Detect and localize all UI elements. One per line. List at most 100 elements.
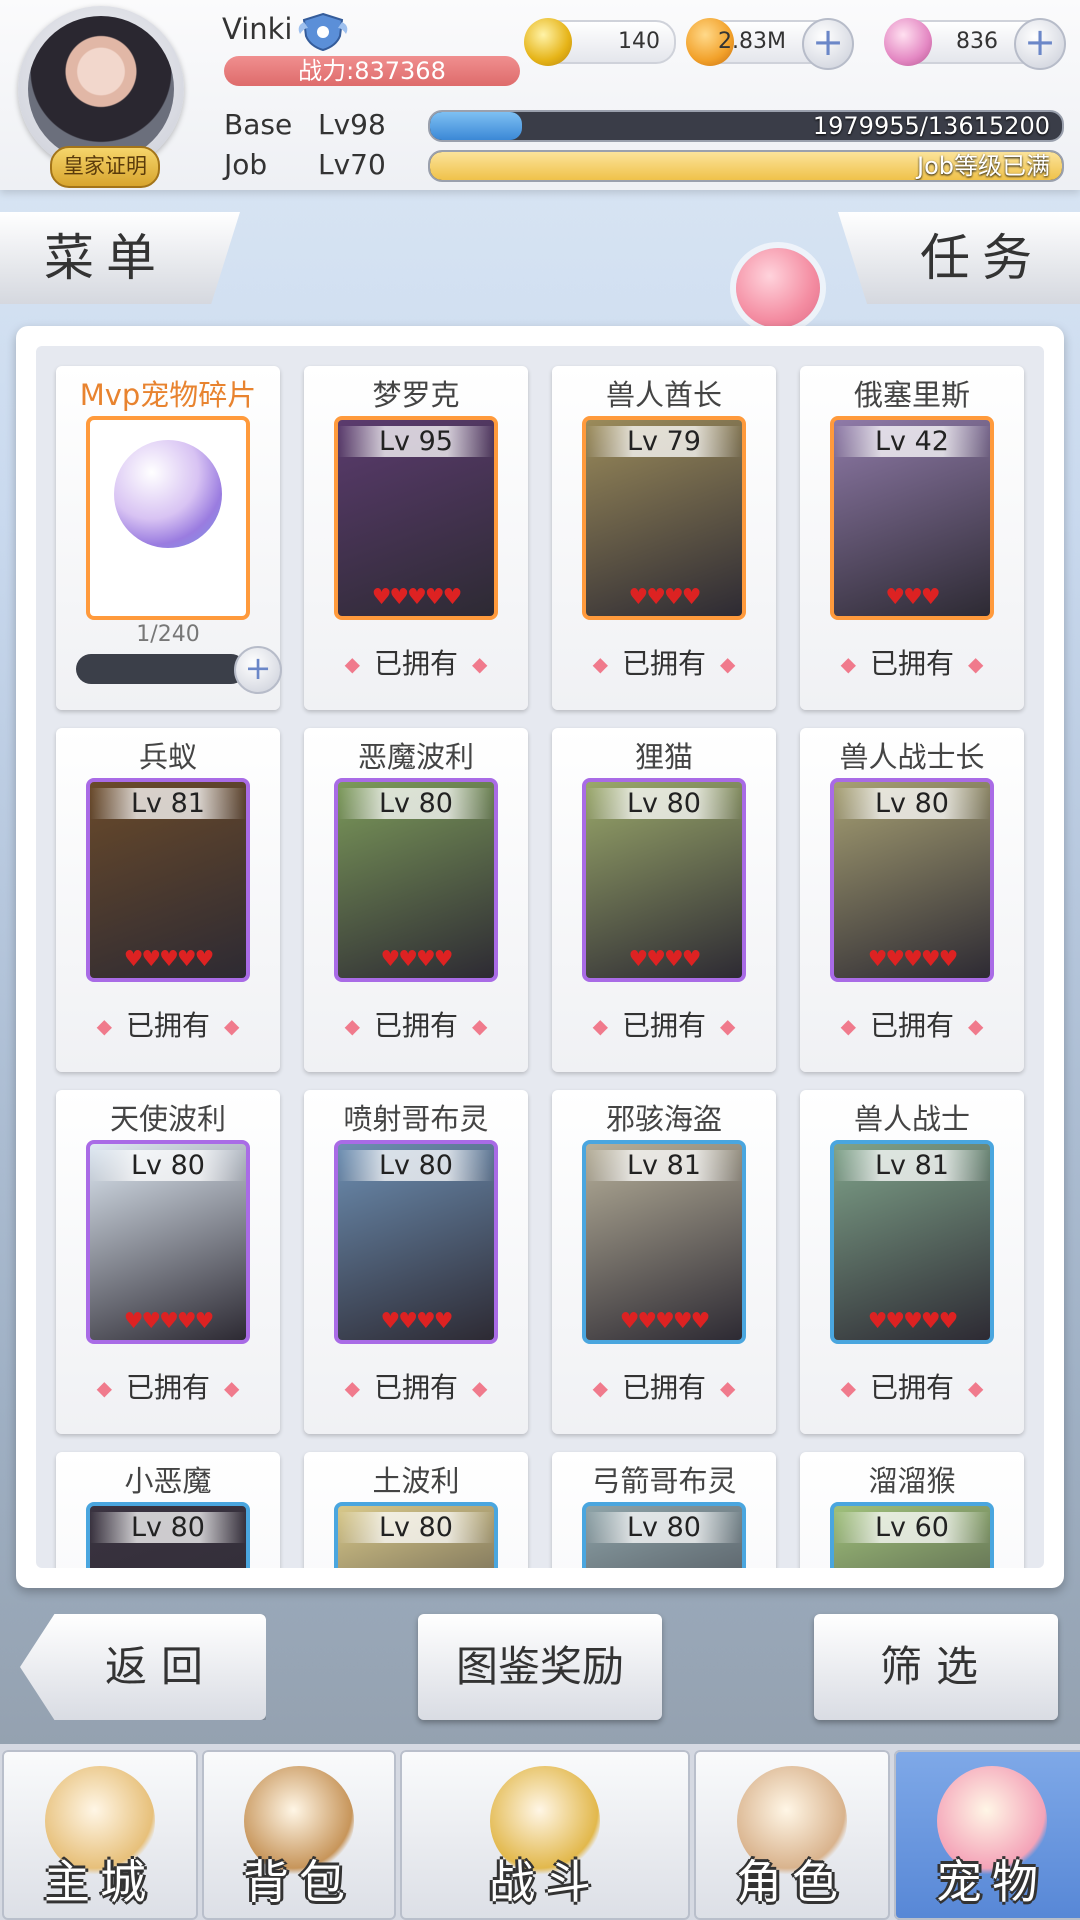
pet-name: 弓箭哥布灵 [591,1464,737,1498]
pet-name: 梦罗克 [372,378,460,412]
pet-level: Lv 80 [338,788,494,819]
pet-card[interactable]: 溜溜猴 Lv 60 [800,1452,1024,1568]
pet-card[interactable]: 俄塞里斯 Lv 42 ♥♥♥ ◆ 已拥有 ◆ [800,366,1024,710]
nav-item-castle[interactable]: 主城 [2,1750,198,1920]
zeny-value: 140 [618,29,660,54]
nav-item-backpack[interactable]: 背包 [202,1750,396,1920]
heart-rating: ♥♥♥ [885,585,940,610]
pet-card[interactable]: 小恶魔 Lv 80 [56,1452,280,1568]
nav-label: 战斗 [489,1855,601,1909]
pet-card[interactable]: 梦罗克 Lv 95 ♥♥♥♥♥ ◆ 已拥有 ◆ [304,366,528,710]
back-button[interactable]: 返回 [20,1614,266,1720]
diamond-icon: ◆ [224,1014,240,1038]
base-exp-bar: 1979955/13615200 [428,110,1064,142]
owned-status: ◆ 已拥有 ◆ [800,642,1024,682]
pet-level: Lv 80 [338,1150,494,1181]
add-shard-button[interactable]: + [234,646,282,694]
pet-portrait: Lv 80 ♥♥♥♥♥ [830,778,994,982]
nav-item-pet[interactable]: 宠物 [894,1750,1080,1920]
pet-level: Lv 60 [834,1512,990,1543]
pet-name: 兽人酋长 [605,378,722,412]
shield-icon [298,12,348,52]
pet-card[interactable]: 狸猫 Lv 80 ♥♥♥♥ ◆ 已拥有 ◆ [552,728,776,1072]
heart-rating: ♥♥♥♥ [380,1309,454,1334]
collection-rewards-button[interactable]: 图鉴奖励 [418,1614,662,1720]
diamond-icon: ◆ [472,1376,488,1400]
diamond-icon: ◆ [224,1376,240,1400]
diamond-icon: ◆ [720,1376,736,1400]
nav-item-swords[interactable]: 战斗 [400,1750,690,1920]
owned-status: ◆ 已拥有 ◆ [552,1004,776,1044]
avatar[interactable] [28,16,174,162]
pet-level: Lv 80 [586,788,742,819]
orb-icon [114,440,222,548]
mvp-shard-card[interactable]: Mvp宠物碎片 1/240 + [56,366,282,710]
owned-status: ◆ 已拥有 ◆ [56,1366,280,1406]
pet-name: 溜溜猴 [868,1464,956,1498]
pet-name: 兽人战士长 [839,740,985,774]
pet-name: 天使波利 [109,1102,226,1136]
pet-card[interactable]: 兽人战士 Lv 81 ♥♥♥♥♥ ◆ 已拥有 ◆ [800,1090,1024,1434]
diamond-icon: ◆ [96,1014,112,1038]
owned-label: 已拥有 [869,647,954,680]
add-gem-button[interactable]: + [1014,18,1066,70]
owned-label: 已拥有 [869,1371,954,1404]
pet-card[interactable]: 邪骇海盗 Lv 81 ♥♥♥♥♥ ◆ 已拥有 ◆ [552,1090,776,1434]
pet-name: 恶魔波利 [357,740,474,774]
pet-card[interactable]: 土波利 Lv 80 [304,1452,528,1568]
pet-card[interactable]: 兵蚁 Lv 81 ♥♥♥♥♥ ◆ 已拥有 ◆ [56,728,280,1072]
pet-card[interactable]: 天使波利 Lv 80 ♥♥♥♥♥ ◆ 已拥有 ◆ [56,1090,280,1434]
pet-level: Lv 79 [586,426,742,457]
owned-label: 已拥有 [621,647,706,680]
gold-counter: 2.83M + [686,18,854,70]
heart-rating: ♥♥♥♥♥ [371,585,463,610]
gold-value: 2.83M [718,29,786,54]
pet-portrait: Lv 80 ♥♥♥♥ [334,1140,498,1344]
pet-card[interactable]: 弓箭哥布灵 Lv 80 [552,1452,776,1568]
nav-label: 主城 [44,1855,156,1909]
diamond-icon: ◆ [344,1376,360,1400]
gem-counter: 836 + [884,18,1066,70]
pet-grid[interactable]: Mvp宠物碎片 1/240 + 梦罗克 Lv 95 ♥♥♥♥♥ ◆ 已拥有 ◆ 兽人酋长 Lv… [36,346,1044,1568]
mvp-shard-title: Mvp宠物碎片 [79,378,257,412]
owned-status: ◆ 已拥有 ◆ [800,1366,1024,1406]
heart-rating: ♥♥♥♥ [628,947,702,972]
owned-label: 已拥有 [373,1009,458,1042]
pet-card[interactable]: 喷射哥布灵 Lv 80 ♥♥♥♥ ◆ 已拥有 ◆ [304,1090,528,1434]
diamond-icon: ◆ [472,652,488,676]
job-label: Job [224,148,268,181]
poring-icon[interactable] [736,248,820,328]
pet-name: 兽人战士 [853,1102,970,1136]
pet-level: Lv 80 [90,1150,246,1181]
royal-badge[interactable]: 皇家证明 [50,146,160,188]
pet-name: 兵蚁 [138,740,197,774]
owned-status: ◆ 已拥有 ◆ [304,1366,528,1406]
pet-portrait: Lv 80 [86,1502,250,1568]
job-level: Lv70 [318,148,386,181]
pet-name: 狸猫 [634,740,693,774]
zeny-counter: 140 [524,18,676,66]
owned-status: ◆ 已拥有 ◆ [304,1004,528,1044]
pet-level: Lv 80 [338,1512,494,1543]
filter-button[interactable]: 筛选 [814,1614,1058,1720]
pet-level: Lv 81 [834,1150,990,1181]
base-exp-fill [430,112,522,140]
player-hud: 皇家证明 Vinki 战力:837368 Base Lv98 Job Lv70 … [0,0,1080,190]
base-exp-text: 1979955/13615200 [812,112,1050,140]
quest-button[interactable]: 任务 [838,212,1080,304]
pet-level: Lv 80 [586,1512,742,1543]
pet-portrait: Lv 95 ♥♥♥♥♥ [334,416,498,620]
heart-rating: ♥♥♥♥♥ [123,1309,215,1334]
nav-label: 角色 [736,1855,848,1909]
add-gold-button[interactable]: + [802,18,854,70]
pet-card[interactable]: 恶魔波利 Lv 80 ♥♥♥♥ ◆ 已拥有 ◆ [304,728,528,1072]
pet-level: Lv 42 [834,426,990,457]
nav-item-character[interactable]: 角色 [694,1750,890,1920]
pet-card[interactable]: 兽人战士长 Lv 80 ♥♥♥♥♥ ◆ 已拥有 ◆ [800,728,1024,1072]
owned-status: ◆ 已拥有 ◆ [56,1004,280,1044]
owned-status: ◆ 已拥有 ◆ [552,642,776,682]
pet-card[interactable]: 兽人酋长 Lv 79 ♥♥♥♥ ◆ 已拥有 ◆ [552,366,776,710]
diamond-icon: ◆ [968,1014,984,1038]
menu-button[interactable]: 菜单 [0,212,240,304]
pet-portrait: Lv 81 ♥♥♥♥♥ [86,778,250,982]
